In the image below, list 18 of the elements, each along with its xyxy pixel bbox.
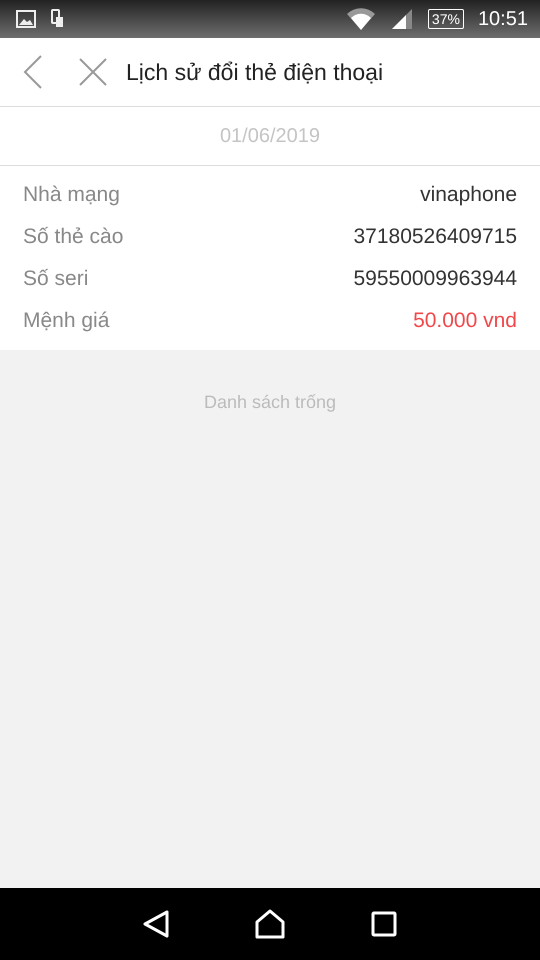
home-icon[interactable] xyxy=(255,909,285,939)
signal-icon xyxy=(390,8,414,30)
detail-value: vinaphone xyxy=(420,183,517,207)
back-nav-icon[interactable] xyxy=(143,910,169,938)
wifi-icon xyxy=(346,7,376,31)
detail-label: Mệnh giá xyxy=(23,309,110,333)
date-label: 01/06/2019 xyxy=(220,124,320,148)
detail-label: Số seri xyxy=(23,267,88,291)
clock-time: 10:51 xyxy=(478,8,528,30)
detail-value: 50.000 vnd xyxy=(413,309,517,333)
recent-apps-icon[interactable] xyxy=(371,911,397,937)
detail-label: Số thẻ cào xyxy=(23,225,124,249)
battery-indicator: 37% xyxy=(428,9,464,29)
detail-label: Nhà mạng xyxy=(23,183,120,207)
detail-value: 59550009963944 xyxy=(353,267,517,291)
image-icon xyxy=(16,10,36,28)
detail-value: 37180526409715 xyxy=(353,225,517,249)
page-title: Lịch sử đổi thẻ điện thoại xyxy=(126,58,384,86)
